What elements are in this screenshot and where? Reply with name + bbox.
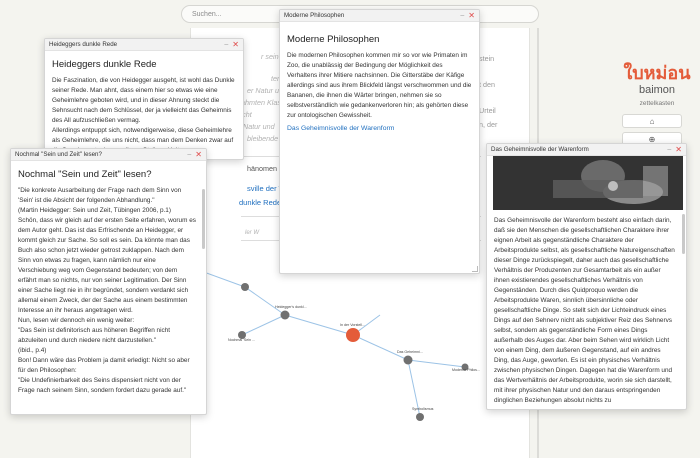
window-heidegger[interactable]: Heideggers dunkle Rede – ✕ Heideggers du… xyxy=(44,38,244,160)
note-heading: Moderne Philosophen xyxy=(287,34,380,45)
note-paragraph: (Martin Heidegger: Sein und Zeit, Tübing… xyxy=(18,207,171,214)
graph-labels: Heidegger's dunkl... Nochmal 'Sein ... I… xyxy=(228,305,480,411)
note-paragraph: Die Faszination, die von Heidegger ausge… xyxy=(52,77,235,124)
note-paragraph: Schön, dass wir gleich auf der ersten Se… xyxy=(18,217,196,314)
graph-nodes[interactable] xyxy=(238,283,469,421)
close-icon[interactable]: ✕ xyxy=(675,145,682,154)
window-nochmal-sein-und-zeit[interactable]: Nochmal "Sein und Zeit" lesen? – ✕ Nochm… xyxy=(10,148,207,415)
window-titlebar[interactable]: Das Geheimnisvolle der Warenform – ✕ xyxy=(487,144,686,156)
note-paragraph: Die modernen Philosophen kommen mir so v… xyxy=(287,52,472,119)
graph-node-label: Moderne Philos... xyxy=(452,368,480,372)
graph-node-label: Nochmal 'Sein ... xyxy=(228,338,255,342)
home-icon: ⌂ xyxy=(649,116,655,126)
note-paragraph: Bon! Dann wäre das Problem ja damit erle… xyxy=(18,357,190,374)
bg-text-fragment: Natur und xyxy=(243,122,275,131)
note-link[interactable]: Das Geheimnisvolle der Warenform xyxy=(287,125,472,132)
window-warenform[interactable]: Das Geheimnisvolle der Warenform – ✕ Das… xyxy=(486,143,687,410)
scrollbar[interactable] xyxy=(682,214,685,254)
bg-text-fragment: ler W xyxy=(245,230,259,236)
window-title: Heideggers dunkle Rede xyxy=(49,41,118,48)
note-photo xyxy=(493,156,683,210)
note-heading: Nochmal "Sein und Zeit" lesen? xyxy=(18,169,152,180)
graph-node[interactable] xyxy=(280,310,290,320)
window-title: Nochmal "Sein und Zeit" lesen? xyxy=(15,151,102,158)
note-paragraph: "Die konkrete Ausarbeitung der Frage nac… xyxy=(18,187,182,204)
scrollbar[interactable] xyxy=(202,189,205,249)
note-paragraph: (ibid., p.4) xyxy=(18,347,47,354)
window-titlebar[interactable]: Heideggers dunkle Rede – ✕ xyxy=(45,39,243,51)
bg-text-fragment: ahmten Klass xyxy=(241,98,285,107)
bg-text-fragment: n, der xyxy=(479,120,498,129)
minimize-icon[interactable]: – xyxy=(187,151,191,159)
note-paragraph: Nun, lesen wir dennoch ein wenig weiter: xyxy=(18,317,135,324)
window-title: Das Geheimnisvolle der Warenform xyxy=(491,146,589,153)
brand-name: baimon xyxy=(638,84,676,96)
window-title: Moderne Philosophen xyxy=(284,12,345,19)
home-button[interactable]: ⌂ xyxy=(622,114,682,128)
bg-text-fragment: t den xyxy=(479,80,495,89)
note-graph[interactable]: Heidegger's dunkl... Nochmal 'Sein ... I… xyxy=(190,255,530,425)
bg-text-fragment: Urteil xyxy=(479,106,496,115)
graph-node[interactable] xyxy=(241,283,249,291)
bg-text-fragment: stein xyxy=(479,54,495,63)
graph-node[interactable] xyxy=(416,413,424,421)
graph-node-label: Heidegger's dunkl... xyxy=(275,305,307,309)
brand-logo-text: ใบหม่อน xyxy=(623,63,691,83)
close-icon[interactable]: ✕ xyxy=(232,40,239,49)
note-heading: Heideggers dunkle Rede xyxy=(52,59,157,70)
graph-node-current[interactable] xyxy=(346,328,360,342)
note-paragraph: "Das Sein ist definitorisch aus höheren … xyxy=(18,327,171,344)
graph-edges xyxy=(190,266,466,418)
bg-text-fragment: bleibende xyxy=(247,134,279,143)
graph-node-label: In der Vorstell... xyxy=(340,323,365,327)
minimize-icon[interactable]: – xyxy=(224,41,228,49)
window-titlebar[interactable]: Nochmal "Sein und Zeit" lesen? – ✕ xyxy=(11,149,206,161)
minimize-icon[interactable]: – xyxy=(667,146,671,154)
resize-handle[interactable] xyxy=(472,266,478,272)
window-moderne-philosophen[interactable]: Moderne Philosophen – ✕ Moderne Philosop… xyxy=(279,9,480,274)
minimize-icon[interactable]: – xyxy=(460,12,464,20)
backlink[interactable]: dunkle Rede xyxy=(239,198,281,207)
note-paragraph: Das Geheimnisvolle der Warenform besteht… xyxy=(494,217,675,404)
graph-node-label: Das Geheimni... xyxy=(397,350,423,354)
note-paragraph: "Die Undefinierbarkeit des Seins dispens… xyxy=(18,377,187,394)
graph-node-label: Symbolismus xyxy=(412,407,434,411)
brand-subtitle: zettelkasten xyxy=(639,100,675,107)
window-titlebar[interactable]: Moderne Philosophen – ✕ xyxy=(280,10,479,22)
bg-text-line: hänomen xyxy=(247,164,277,173)
close-icon[interactable]: ✕ xyxy=(195,150,202,159)
graph-node[interactable] xyxy=(403,355,413,365)
close-icon[interactable]: ✕ xyxy=(468,11,475,20)
